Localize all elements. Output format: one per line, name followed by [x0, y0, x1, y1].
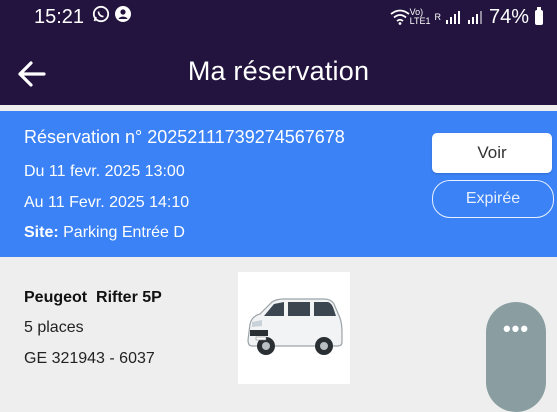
signal-icon-1 [445, 11, 460, 24]
car-image [247, 298, 343, 355]
site-value: Parking Entrée D [58, 224, 185, 241]
view-button[interactable]: Voir [432, 133, 552, 173]
more-options-button[interactable]: ••• [486, 302, 546, 412]
reservation-site: Site: Parking Entrée D [24, 224, 185, 242]
reservation-card: Réservation n° 20252111739274567678 Du 1… [0, 111, 557, 257]
reservation-number: Réservation n° 20252111739274567678 [24, 127, 345, 147]
vehicle-plate: GE 321943 - 6037 [24, 350, 155, 367]
roaming-label: R [434, 11, 441, 22]
vehicle-places: 5 places [24, 319, 84, 336]
status-bar: 15:21 Vo) LTE1 R 74% [0, 0, 557, 40]
app-bar: Ma réservation [0, 40, 557, 105]
page-title: Ma réservation [187, 56, 370, 86]
reservation-start: Du 11 fevr. 2025 13:00 [24, 163, 185, 180]
battery-percent: 74% [488, 5, 529, 28]
profile-notification-icon [115, 6, 131, 22]
status-badge-label: Expirée [465, 190, 521, 207]
whatsapp-icon [92, 5, 110, 23]
signal-icon-2 [467, 11, 482, 24]
more-options-icon: ••• [502, 316, 530, 341]
volte-label: Vo) LTE1 [409, 7, 431, 26]
vehicle-name: Peugeot Rifter 5P [24, 289, 162, 306]
vehicle-photo [238, 272, 350, 384]
site-label: Site: [24, 224, 59, 241]
wifi-icon [390, 9, 410, 25]
reservation-end: Au 11 Fevr. 2025 14:10 [24, 194, 190, 211]
battery-icon [535, 6, 543, 25]
status-indicators: Vo) LTE1 R 74% [390, 6, 543, 28]
status-time: 15:21 [34, 6, 85, 28]
status-badge: Expirée [432, 180, 554, 218]
